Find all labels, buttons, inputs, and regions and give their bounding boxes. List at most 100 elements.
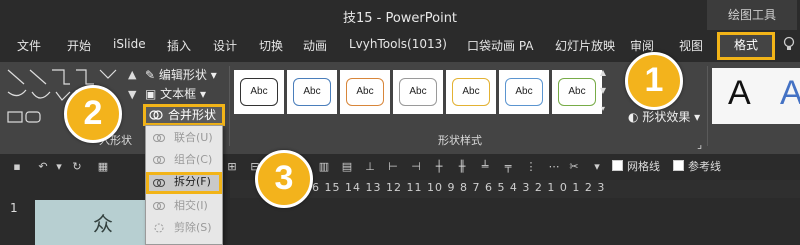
guides-label: 参考线: [688, 160, 721, 173]
menu-item-label: 组合(C): [174, 153, 213, 166]
style-sample: Abc: [505, 78, 543, 106]
slide-number: 1: [10, 201, 18, 215]
title-bar: 技15 - PowerPoint 绘图工具: [0, 0, 800, 30]
shape-style-preset-6[interactable]: Abc: [499, 70, 549, 114]
group-divider: [707, 66, 708, 146]
align-icon[interactable]: ┼: [432, 160, 446, 174]
style-gallery-scroll[interactable]: ▲ ▼ ▾: [596, 68, 610, 118]
tab-pocket-animation[interactable]: 口袋动画 PA: [467, 37, 534, 54]
thumbnail-text: 众: [93, 212, 113, 236]
shape-style-preset-1[interactable]: Abc: [234, 70, 284, 114]
tab-view[interactable]: 视图: [679, 37, 703, 54]
combine-icon: [153, 156, 165, 164]
shape-style-preset-7[interactable]: Abc: [552, 70, 602, 114]
undo-icon[interactable]: ↶: [36, 160, 50, 174]
text-box-icon: ▣: [145, 87, 157, 101]
chevron-down-icon: ▾: [210, 68, 217, 82]
window-title: 技15 - PowerPoint: [342, 11, 458, 26]
intersect-icon: [153, 202, 165, 210]
style-sample: Abc: [240, 78, 278, 106]
shape-style-preset-3[interactable]: Abc: [340, 70, 390, 114]
tab-islide[interactable]: iSlide: [113, 37, 146, 51]
style-sample: Abc: [452, 78, 490, 106]
menu-item-fragment[interactable]: 拆分(F): [146, 172, 222, 194]
dialog-launcher-icon[interactable]: ⌟: [697, 138, 702, 151]
merge-shapes-menu: 联合(U) 组合(C) 拆分(F) 相交(I) 剪除(S): [145, 125, 223, 245]
tab-format[interactable]: 格式: [717, 32, 775, 60]
shape-effects-icon: ◐: [628, 110, 639, 124]
tab-file[interactable]: 文件: [17, 37, 41, 54]
merge-shapes-label: 合并形状: [168, 108, 217, 122]
lightbulb-icon[interactable]: [783, 36, 795, 52]
align-icon[interactable]: ╧: [478, 160, 492, 174]
subtract-icon: [154, 223, 164, 233]
style-sample: Abc: [399, 78, 437, 106]
group-divider: [229, 66, 230, 146]
shape-styles-group-label: 形状样式: [438, 134, 482, 147]
tab-slideshow[interactable]: 幻灯片放映: [555, 37, 615, 54]
gallery-scroll-down[interactable]: ▼: [128, 88, 136, 101]
tab-insert[interactable]: 插入: [167, 37, 191, 54]
text-box-label: 文本框: [160, 87, 197, 101]
chevron-down-icon[interactable]: ▾: [52, 160, 66, 174]
toolbar-icon[interactable]: ▦: [96, 160, 110, 174]
tab-animations[interactable]: 动画: [303, 37, 327, 54]
distribute-icon[interactable]: ⋯: [547, 160, 561, 174]
union-icon: [153, 134, 165, 142]
shape-style-preset-5[interactable]: Abc: [446, 70, 496, 114]
gridlines-label: 网格线: [627, 160, 660, 173]
menu-item-label: 相交(I): [174, 199, 208, 212]
slide-thumbnail[interactable]: 众: [35, 200, 145, 245]
tab-lvyhtools[interactable]: LvyhTools(1013): [349, 37, 447, 51]
distribute-icon[interactable]: ⋮: [524, 160, 538, 174]
merge-shapes-button[interactable]: 合并形状 ▾: [143, 104, 225, 138]
step-callout-3: 3: [255, 150, 313, 208]
shape-style-preset-2[interactable]: Abc: [287, 70, 337, 114]
chevron-down-icon: ▾: [694, 110, 701, 124]
step-callout-2: 2: [64, 85, 122, 143]
gallery-scroll-up[interactable]: ▲: [128, 68, 136, 81]
tab-transitions[interactable]: 切换: [259, 37, 283, 54]
shape-style-preset-4[interactable]: Abc: [393, 70, 443, 114]
style-sample: Abc: [293, 78, 331, 106]
menu-item-label: 剪除(S): [174, 221, 212, 234]
wordart-gallery[interactable]: A A: [712, 68, 800, 124]
toolbar-icon[interactable]: ⊞: [225, 160, 239, 174]
menu-item-union[interactable]: 联合(U): [146, 128, 222, 148]
wordart-style-blue[interactable]: A: [780, 74, 800, 113]
toolbar-icon[interactable]: ▥: [317, 160, 331, 174]
menu-item-label: 拆分(F): [174, 175, 211, 188]
merge-shapes-icon: [149, 110, 163, 120]
redo-icon[interactable]: ↻: [70, 160, 84, 174]
gridlines-checkbox[interactable]: [612, 160, 623, 171]
align-icon[interactable]: ╤: [501, 160, 515, 174]
edit-shape-button[interactable]: ✎ 编辑形状 ▾: [145, 66, 217, 83]
guides-checkbox[interactable]: [673, 160, 684, 171]
ruler-ticks: 6 15 14 13 12 11 10 9 8 7 6 5 4 3 2 1 0 …: [312, 181, 606, 194]
paint-icon[interactable]: ✂: [567, 160, 581, 174]
horizontal-ruler: 6 15 14 13 12 11 10 9 8 7 6 5 4 3 2 1 0 …: [230, 180, 800, 198]
chevron-down-icon: ▾: [200, 87, 207, 101]
edit-shape-icon: ✎: [145, 68, 156, 82]
shape-effects-button[interactable]: ◐ 形状效果 ▾: [628, 108, 700, 125]
fragment-icon: [153, 179, 165, 187]
shape-effects-label: 形状效果: [642, 110, 691, 124]
quick-access-toolbar: ▪ ↶ ▾ ↻ ▦ ⊞ ⊟ ╪ ═ ▥ ▤ ⊥ ⊢ ⊣ ┼ ╫ ╧ ╤ ⋮ ⋯ …: [0, 154, 800, 180]
save-icon[interactable]: ▪: [10, 160, 24, 174]
tab-home[interactable]: 开始: [67, 37, 91, 54]
chevron-down-icon[interactable]: ▾: [590, 160, 604, 174]
text-box-button[interactable]: ▣ 文本框 ▾: [145, 85, 206, 102]
style-sample: Abc: [558, 78, 596, 106]
align-icon[interactable]: ⊣: [409, 160, 423, 174]
menu-item-subtract[interactable]: 剪除(S): [146, 218, 222, 238]
toolbar-icon[interactable]: ⊥: [363, 160, 377, 174]
align-icon[interactable]: ╫: [455, 160, 469, 174]
menu-item-intersect[interactable]: 相交(I): [146, 196, 222, 216]
style-sample: Abc: [346, 78, 384, 106]
menu-item-combine[interactable]: 组合(C): [146, 150, 222, 170]
drawing-tools-context-label: 绘图工具: [707, 0, 797, 30]
wordart-style-black[interactable]: A: [728, 74, 751, 113]
tab-design[interactable]: 设计: [213, 37, 237, 54]
align-icon[interactable]: ⊢: [386, 160, 400, 174]
toolbar-icon[interactable]: ▤: [340, 160, 354, 174]
